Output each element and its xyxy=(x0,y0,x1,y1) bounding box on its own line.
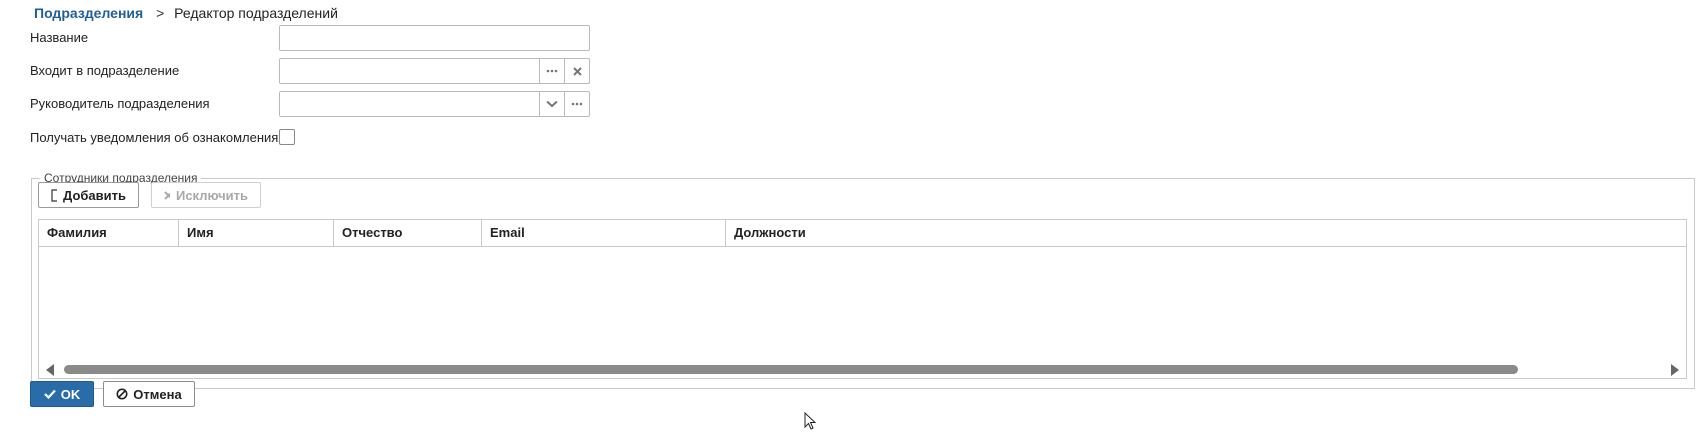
clear-x-icon xyxy=(572,66,582,76)
breadcrumb-separator: > xyxy=(156,5,165,21)
scrollbar-thumb[interactable] xyxy=(64,365,1518,374)
column-header-firstname[interactable]: Имя xyxy=(179,220,334,246)
column-header-positions[interactable]: Должности xyxy=(726,220,1686,246)
notify-label: Получать уведомления об ознакомлениях xyxy=(30,130,285,145)
document-icon xyxy=(51,188,58,202)
cancel-button[interactable]: Отмена xyxy=(103,381,195,407)
scroll-right-icon[interactable] xyxy=(1671,364,1679,376)
x-icon xyxy=(164,190,170,200)
head-label: Руководитель подразделения xyxy=(30,96,210,111)
ellipsis-icon xyxy=(546,69,558,73)
breadcrumb-current: Редактор подразделений xyxy=(174,5,338,21)
head-select-button[interactable] xyxy=(564,91,590,117)
cancel-label: Отмена xyxy=(133,386,182,402)
employees-table: Фамилия Имя Отчество Email Должности xyxy=(38,219,1687,379)
breadcrumb-link-departments[interactable]: Подразделения xyxy=(34,5,143,21)
exclude-employee-label: Исключить xyxy=(175,187,248,203)
horizontal-scrollbar[interactable] xyxy=(40,361,1685,377)
ok-label: OK xyxy=(60,386,81,402)
chevron-down-icon xyxy=(546,100,558,108)
add-employee-button[interactable]: Добавить xyxy=(38,182,139,208)
name-label: Название xyxy=(30,30,89,45)
ok-button[interactable]: OK xyxy=(30,381,94,407)
column-header-lastname[interactable]: Фамилия xyxy=(39,220,179,246)
exclude-employee-button[interactable]: Исключить xyxy=(151,182,261,208)
column-header-middlename[interactable]: Отчество xyxy=(334,220,482,246)
scroll-left-icon[interactable] xyxy=(46,364,54,376)
column-header-email[interactable]: Email xyxy=(482,220,726,246)
add-employee-label: Добавить xyxy=(63,187,126,203)
cancel-circle-icon xyxy=(116,388,128,400)
notify-checkbox[interactable] xyxy=(279,129,295,145)
head-dropdown-button[interactable] xyxy=(539,91,565,117)
table-header: Фамилия Имя Отчество Email Должности xyxy=(39,220,1686,247)
checkmark-icon xyxy=(43,389,56,399)
parent-department-clear-button[interactable] xyxy=(564,58,590,84)
parent-department-select-button[interactable] xyxy=(539,58,565,84)
breadcrumb: Подразделения > Редактор подразделений xyxy=(34,5,338,21)
head-select[interactable] xyxy=(279,91,540,117)
ellipsis-icon xyxy=(571,102,583,106)
mouse-cursor-icon xyxy=(804,412,817,430)
parent-department-input[interactable] xyxy=(279,58,540,84)
parent-department-label: Входит в подразделение xyxy=(30,63,180,78)
name-input[interactable] xyxy=(279,25,590,51)
